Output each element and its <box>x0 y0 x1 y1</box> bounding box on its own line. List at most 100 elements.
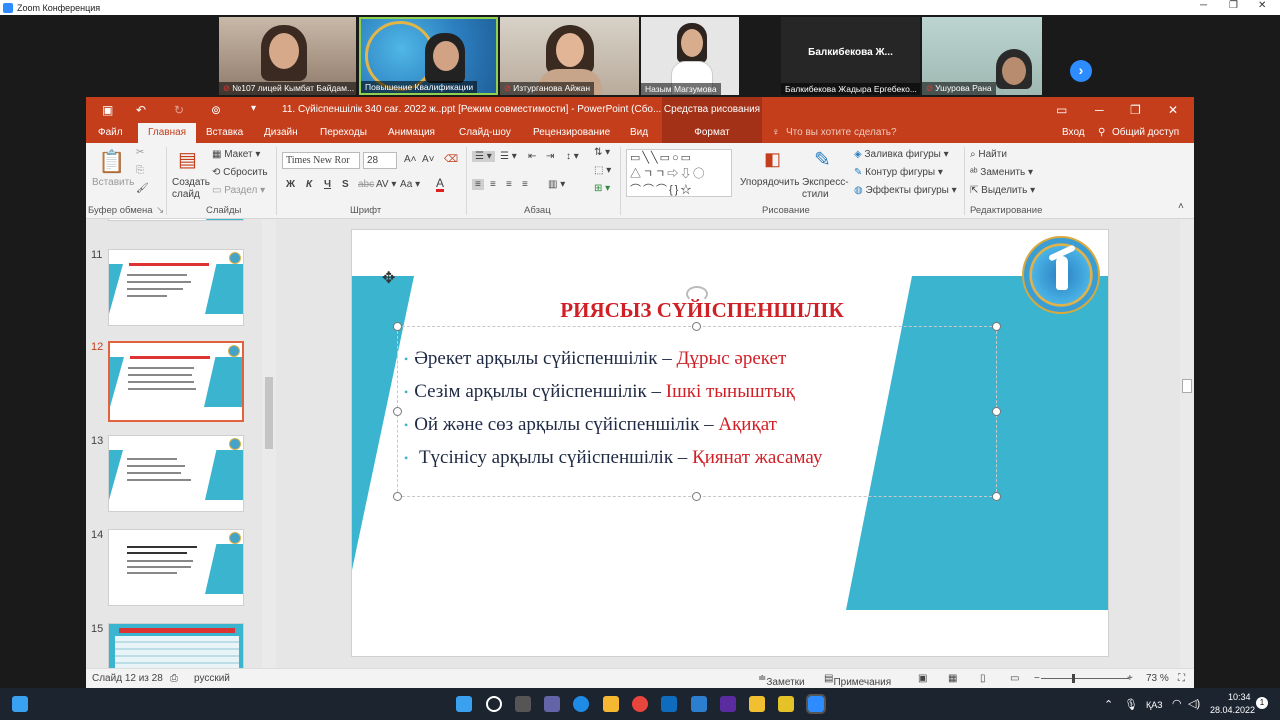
zoom-level[interactable]: 73 % <box>1146 673 1169 684</box>
wifi-icon[interactable]: ◠ <box>1172 697 1182 710</box>
tab-review[interactable]: Рецензирование <box>533 127 610 138</box>
maximize-icon[interactable]: ❐ <box>1229 0 1238 11</box>
reset-button[interactable]: ⟲ Сбросить <box>212 167 268 178</box>
copy-icon[interactable]: ⎘ <box>136 165 144 176</box>
reading-view-icon[interactable]: ▯ <box>980 673 986 684</box>
participant-tile[interactable]: ⊘ Ушурова Рана <box>922 17 1042 95</box>
resize-handle[interactable] <box>992 407 1001 416</box>
tab-home[interactable]: Главная <box>138 123 197 143</box>
current-slide[interactable]: РИЯСЫЗ СҮЙІСПЕНШІЛІК • Әрекет арқылы сүйі… <box>351 229 1109 657</box>
shape-effects-button[interactable]: ◍ Эффекты фигуры ▾ <box>854 185 957 196</box>
char-spacing-button[interactable]: AV ▾ <box>376 179 396 190</box>
thumbnail-scrollbar[interactable] <box>262 219 276 668</box>
paste-icon[interactable]: 📋 <box>98 149 125 175</box>
signin-link[interactable]: Вход <box>1062 127 1085 138</box>
dialog-launcher-icon[interactable]: ↘ <box>156 205 164 216</box>
section-button[interactable]: ▭ Раздел ▾ <box>212 185 265 196</box>
notification-badge[interactable]: 1 <box>1256 697 1268 709</box>
fit-slide-icon[interactable]: ⛶ <box>1178 673 1185 684</box>
align-right-icon[interactable]: ≡ <box>506 179 512 190</box>
font-name-combo[interactable]: Times New Ror <box>282 152 360 169</box>
clear-formatting-icon[interactable]: ⌫ <box>444 154 458 165</box>
bullet-item[interactable]: • Түсінісу арқылы сүйіспеншілік – Қиянат… <box>404 447 822 469</box>
slide-thumbnail-selected[interactable] <box>108 341 244 422</box>
tab-transitions[interactable]: Переходы <box>320 127 367 138</box>
resize-handle[interactable] <box>992 492 1001 501</box>
tell-me-input[interactable]: Что вы хотите сделать? <box>786 127 897 138</box>
mail-icon[interactable] <box>661 696 677 712</box>
participant-tile[interactable]: Балкибекова Ж... Балкибекова Жадыра Ерге… <box>781 17 920 95</box>
quick-styles-button[interactable]: Экспресс-стили <box>802 177 852 201</box>
slide-sorter-icon[interactable]: ▦ <box>948 673 957 684</box>
slide-thumbnail[interactable] <box>108 249 244 326</box>
new-slide-icon[interactable]: ▤ <box>178 147 197 172</box>
select-button[interactable]: ⇱ Выделить ▾ <box>970 185 1035 196</box>
tab-format[interactable]: Формат <box>662 123 762 143</box>
normal-view-icon[interactable]: ▣ <box>918 673 927 684</box>
share-button[interactable]: Общий доступ <box>1112 127 1179 138</box>
tray-chevron-icon[interactable]: ⌃ <box>1104 698 1113 711</box>
shape-outline-button[interactable]: ✎ Контур фигуры ▾ <box>854 167 943 178</box>
zoom-out-icon[interactable]: − <box>1034 673 1040 684</box>
collapse-ribbon-icon[interactable]: ˄ <box>1178 201 1184 212</box>
clock-date[interactable]: 28.04.2022 <box>1210 705 1255 715</box>
participant-tile[interactable]: Назым Магзумова <box>641 17 739 95</box>
folder-icon[interactable] <box>749 696 765 712</box>
arrange-button[interactable]: Упорядочить <box>740 177 800 188</box>
align-center-icon[interactable]: ≡ <box>490 179 496 190</box>
resize-handle[interactable] <box>393 322 402 331</box>
editor-scrollbar[interactable] <box>1180 219 1194 668</box>
arrange-icon[interactable]: ◧ <box>764 149 781 170</box>
text-direction-icon[interactable]: ⇅ ▾ <box>594 147 610 158</box>
tab-slideshow[interactable]: Слайд-шоу <box>459 127 511 138</box>
font-color-button[interactable]: А <box>436 177 445 192</box>
windows-start-icon[interactable] <box>12 696 28 712</box>
shrink-font-icon[interactable]: A˅ <box>422 154 435 165</box>
layout-button[interactable]: ▦ Макет ▾ <box>212 149 260 160</box>
columns-icon[interactable]: ▥ ▾ <box>548 179 565 190</box>
language-indicator[interactable]: русский <box>194 673 230 684</box>
smartart-icon[interactable]: ⊞ ▾ <box>594 183 610 194</box>
tab-file[interactable]: Файл <box>98 127 123 138</box>
align-text-icon[interactable]: ⬚ ▾ <box>594 165 611 176</box>
ribbon-display-icon[interactable]: ▭ <box>1056 103 1067 117</box>
slideshow-start-icon[interactable]: ⊚ <box>211 103 221 117</box>
decrease-indent-icon[interactable]: ⇤ <box>528 151 536 162</box>
shape-fill-button[interactable]: ◈ Заливка фигуры ▾ <box>854 149 949 160</box>
zoom-taskbar-icon[interactable] <box>806 694 826 714</box>
slide-thumbnail[interactable] <box>108 529 244 606</box>
mic-icon[interactable]: 🎙 <box>1124 698 1138 711</box>
slide-title[interactable]: РИЯСЫЗ СҮЙІСПЕНШІЛІК <box>482 298 922 323</box>
ppt-close-icon[interactable]: ✕ <box>1168 103 1178 117</box>
shapes-gallery[interactable]: ▭╲╲▭○▭ △ㄱㄱ⇨⇩◯ ⌒⌒⌒{}☆ <box>626 149 732 197</box>
participant-tile[interactable]: ⊘ №107 лицей Кымбат Байдам... <box>219 17 356 95</box>
customize-qat-icon[interactable]: ▾ <box>251 103 256 114</box>
shadow-button[interactable]: S <box>342 179 349 190</box>
participant-tile[interactable]: Повышение Квалификации <box>359 17 498 95</box>
slideshow-view-icon[interactable]: ▭ <box>1010 673 1019 684</box>
bullet-item[interactable]: • Әрекет арқылы сүйіспеншілік – Дұрыс әре… <box>404 348 786 370</box>
grow-font-icon[interactable]: A˄ <box>404 154 417 165</box>
bullet-item[interactable]: • Сезім арқылы сүйіспеншілік – Ішкі тыныш… <box>404 381 795 403</box>
italic-button[interactable]: К <box>306 179 312 190</box>
ppt-minimize-icon[interactable]: ─ <box>1095 103 1104 117</box>
underline-button[interactable]: Ч <box>324 179 331 190</box>
bolt-icon[interactable] <box>778 696 794 712</box>
tab-view[interactable]: Вид <box>630 127 648 138</box>
find-button[interactable]: ⌕ Найти <box>970 149 1007 160</box>
search-icon[interactable] <box>486 696 502 712</box>
align-left-icon[interactable]: ≡ <box>472 179 484 190</box>
change-case-button[interactable]: Аа ▾ <box>400 179 420 190</box>
resize-handle[interactable] <box>393 407 402 416</box>
slide-thumbnail[interactable] <box>108 435 244 512</box>
format-painter-icon[interactable]: 🖌 <box>136 183 149 194</box>
minimize-icon[interactable]: ─ <box>1200 0 1207 11</box>
clock-time[interactable]: 10:34 <box>1228 692 1251 702</box>
redo-icon[interactable]: ↻ <box>174 103 184 117</box>
notes-button[interactable]: ≐ Заметки <box>758 673 805 688</box>
replace-button[interactable]: ᵃᵇ Заменить ▾ <box>970 167 1033 178</box>
bullets-icon[interactable]: ☰ ▾ <box>472 151 495 162</box>
bullet-item[interactable]: • Ой және сөз арқылы сүйіспеншілік – Ақиқ… <box>404 414 777 436</box>
store-icon[interactable] <box>603 696 619 712</box>
volume-icon[interactable]: ◁) <box>1188 697 1200 710</box>
